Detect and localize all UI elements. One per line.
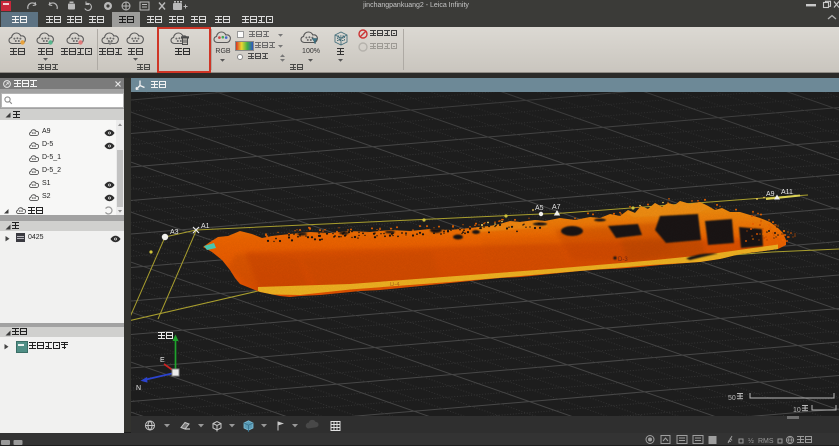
svg-text:D-3: D-3: [618, 257, 628, 263]
svg-text:E: E: [160, 357, 165, 364]
svg-text:50: 50: [728, 395, 736, 402]
svg-text:A9: A9: [766, 191, 775, 198]
svg-text:A3: A3: [170, 229, 179, 236]
svg-text:A7: A7: [552, 204, 561, 211]
svg-text:A5: A5: [535, 205, 544, 212]
svg-text:RMS: RMS: [758, 438, 774, 445]
svg-text:D-4: D-4: [390, 282, 400, 288]
svg-text:A1: A1: [201, 223, 210, 230]
svg-text:A11: A11: [781, 189, 793, 196]
svg-text:N: N: [136, 385, 141, 392]
svg-text:½: ½: [748, 437, 754, 445]
svg-text:10: 10: [793, 407, 801, 414]
